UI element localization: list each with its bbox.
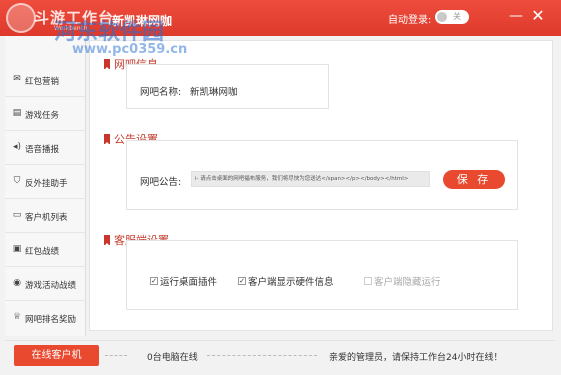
status-greeting: 亲爱的管理员，请保持工作台24小时在线！ — [329, 353, 503, 363]
show-hardware-info-label: 客户端显示硬件信息 — [248, 277, 334, 288]
sidebar-item-ranking-rewards[interactable]: ♕ 网吧排名奖励 — [5, 302, 86, 335]
net-name-value: 新凯琳网咖 — [190, 87, 238, 98]
watermark-url: www.pc0359.cn — [72, 42, 188, 57]
minimize-icon[interactable]: — — [508, 8, 524, 24]
shield-icon: ⛉ — [13, 176, 21, 186]
run-desktop-plugin-label: 运行桌面插件 — [160, 277, 218, 288]
auto-login-toggle[interactable]: 关 — [435, 10, 469, 24]
sidebar: ✉ 红包营销 ▤ 游戏任务 ◂) 语音播报 ⛉ 反外挂助手 ▭ 客户机列表 ▣ … — [5, 36, 86, 336]
document-icon: ▤ — [12, 108, 22, 118]
logo-mark-icon — [6, 3, 36, 33]
divider — [105, 355, 127, 356]
sidebar-item-label: 网吧排名奖励 — [25, 315, 77, 325]
close-icon[interactable]: ✕ — [530, 8, 546, 24]
monitor-icon: ▭ — [12, 210, 22, 220]
online-clients-button[interactable]: 在线客户机 — [14, 345, 99, 366]
gamepad-icon: ◉ — [13, 278, 21, 288]
sidebar-item-voice-broadcast[interactable]: ◂) 语音播报 — [5, 132, 86, 165]
auto-login-label: 自动登录: — [388, 15, 432, 26]
toggle-knob — [437, 12, 447, 22]
speaker-icon: ◂) — [12, 142, 22, 152]
sidebar-item-client-list[interactable]: ▭ 客户机列表 — [5, 200, 86, 233]
redpacket-icon: ▣ — [12, 244, 22, 254]
net-name-label: 网吧名称: — [140, 87, 182, 98]
sidebar-item-redpacket-records[interactable]: ▣ 红包战绩 — [5, 234, 86, 267]
show-hardware-info-checkbox[interactable]: ✓ — [238, 277, 246, 285]
trophy-icon: ♕ — [12, 312, 22, 322]
sidebar-item-label: 红包战绩 — [25, 247, 60, 257]
sidebar-item-label: 游戏活动战绩 — [25, 281, 77, 291]
section-flag-icon — [104, 235, 110, 246]
sidebar-item-label: 反外挂助手 — [25, 179, 68, 189]
section-flag-icon — [104, 59, 110, 70]
sidebar-item-label: 客户机列表 — [25, 213, 68, 223]
hide-client-checkbox — [364, 277, 372, 285]
sidebar-item-label: 语音播报 — [25, 145, 60, 155]
sidebar-item-label: 红包营销 — [25, 77, 60, 87]
notice-label: 网吧公告: — [140, 177, 182, 188]
sidebar-item-label: 游戏任务 — [25, 111, 60, 121]
online-count: 0台电脑在线 — [147, 353, 198, 363]
save-button[interactable]: 保 存 — [443, 170, 505, 189]
run-desktop-plugin-checkbox[interactable]: ✓ — [150, 277, 158, 285]
sidebar-item-game-activity[interactable]: ◉ 游戏活动战绩 — [5, 268, 86, 301]
envelope-icon: ✉ — [13, 74, 21, 84]
sidebar-item-anti-cheat[interactable]: ⛉ 反外挂助手 — [5, 166, 86, 199]
toggle-state: 关 — [453, 12, 461, 21]
hide-client-label: 客户端隐藏运行 — [374, 277, 441, 288]
section-flag-icon — [104, 134, 110, 145]
status-bar: 在线客户机 0台电脑在线 亲爱的管理员，请保持工作台24小时在线！ — [5, 340, 555, 370]
notice-input[interactable]: i- 请点击桌面的网吧福布服务，我们将尽快为您送达</span></p></bo… — [191, 171, 430, 187]
sidebar-item-redpacket-marketing[interactable]: ✉ 红包营销 — [5, 64, 86, 97]
sidebar-item-game-tasks[interactable]: ▤ 游戏任务 — [5, 98, 86, 131]
divider — [207, 355, 317, 356]
